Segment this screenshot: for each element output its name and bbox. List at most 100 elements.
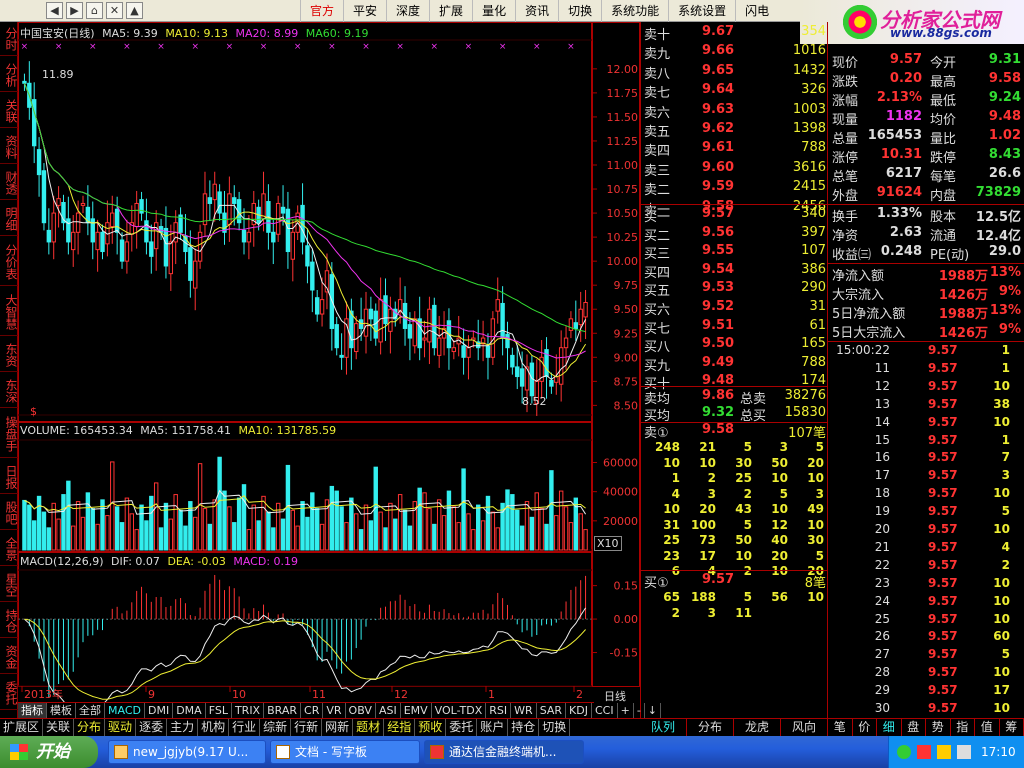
task-folder[interactable]: new_jgjyb(9.17 U... (108, 740, 266, 764)
detail-tab-7[interactable]: 筹 (1000, 719, 1024, 736)
volume-bar (529, 516, 535, 551)
ext-tab-10[interactable]: 网新 (322, 719, 354, 736)
ext-tab-6[interactable]: 机构 (198, 719, 230, 736)
indicator-tab--[interactable]: - (634, 703, 645, 718)
stat-value: 0.248 (880, 244, 922, 259)
stat-row: 净资 2.63 流通 12.4亿 (832, 225, 1022, 244)
ext-tab-13[interactable]: 预收 (415, 719, 447, 736)
indicator-tab-rsi[interactable]: RSI (486, 703, 512, 718)
ext-tab-8[interactable]: 综新 (260, 719, 292, 736)
indicator-tab-cci[interactable]: CCI (592, 703, 618, 718)
queue-tab-0[interactable]: 队列 (640, 719, 687, 736)
ext-tab-9[interactable]: 行新 (291, 719, 323, 736)
indicator-tab-obv[interactable]: OBV (346, 703, 376, 718)
indicator-tab-+[interactable]: + (618, 703, 634, 718)
indicator-tab-sar[interactable]: SAR (537, 703, 567, 718)
menu-flash[interactable]: 闪电 (735, 0, 778, 22)
candle (188, 230, 193, 298)
indicator-tab-trix[interactable]: TRIX (232, 703, 265, 718)
ext-tab-1[interactable]: 关联 (43, 719, 75, 736)
security-icon[interactable] (917, 745, 931, 759)
ext-tab-7[interactable]: 行业 (229, 719, 261, 736)
volume-bar (290, 509, 296, 551)
detail-tab-6[interactable]: 值 (975, 719, 1000, 736)
tick-row: 16 9.57 7 (832, 450, 1022, 468)
bid-row-4-volume: 386 (801, 261, 826, 277)
indicator-tab-全部[interactable]: 全部 (76, 703, 105, 718)
bid-row-9-price: 9.49 (702, 354, 735, 370)
ext-tab-0[interactable]: 扩展区 (0, 719, 44, 736)
indicator-tab-wr[interactable]: WR (511, 703, 537, 718)
volume-icon[interactable] (937, 745, 951, 759)
detail-tab-2[interactable]: 细 (877, 719, 902, 736)
indicator-tab-macd[interactable]: MACD (105, 703, 145, 718)
ext-tab-5[interactable]: 主力 (167, 719, 199, 736)
bid-row-6-volume: 31 (809, 299, 826, 314)
ext-tab-12[interactable]: 经指 (384, 719, 416, 736)
chart-canvas[interactable]: 12.00 11.75 11.50 11.25 11.00 10.75 10.50 10.25… (0, 0, 640, 718)
indicator-tab-fsl[interactable]: FSL (206, 703, 232, 718)
menu-system-settings[interactable]: 系统设置 (668, 0, 735, 22)
indicator-tab-vol-tdx[interactable]: VOL-TDX (432, 703, 487, 718)
ext-tab-2[interactable]: 分布 (74, 719, 106, 736)
stat-value: 91624 (876, 185, 922, 200)
indicator-tab-brar[interactable]: BRAR (264, 703, 302, 718)
ext-tab-3[interactable]: 驱动 (105, 719, 137, 736)
vol-ma10-label: MA10: 131785.59 (238, 424, 337, 437)
volume-bar (212, 499, 217, 551)
stat-row: 换手 1.33% 股本 12.5亿 (832, 206, 1022, 225)
price-tick-label: 11.75 (607, 87, 639, 100)
tick-volume: 1 (1001, 343, 1010, 357)
bid-queue-cell: 3 (707, 605, 716, 620)
detail-tab-3[interactable]: 盘 (902, 719, 926, 736)
ext-tab-16[interactable]: 持仓 (508, 719, 540, 736)
clock[interactable]: 17:10 (981, 745, 1016, 759)
detail-tab-1[interactable]: 价 (853, 719, 877, 736)
volume-bar (95, 523, 100, 551)
detail-tab-4[interactable]: 势 (926, 719, 951, 736)
volume-bar (383, 527, 388, 551)
indicator-tab-模板[interactable]: 模板 (47, 703, 76, 718)
detail-tab-5[interactable]: 指 (951, 719, 975, 736)
ext-tab-17[interactable]: 切换 (539, 719, 571, 736)
tick-row: 11 9.57 1 (832, 361, 1022, 379)
indicator-tab-↓[interactable]: ↓ (645, 703, 662, 718)
indicator-tab-dmi[interactable]: DMI (145, 703, 174, 718)
task-tdx[interactable]: 通达信金融终端机... (424, 740, 584, 764)
queue-tab-2[interactable]: 龙虎 (734, 719, 781, 736)
indicator-tab-vr[interactable]: VR (323, 703, 346, 718)
tick-price: 9.57 (928, 683, 958, 698)
candle (285, 191, 291, 269)
stat-row: 现量 1182 均价 9.48 (832, 109, 1022, 128)
queue-tab-3[interactable]: 风向 (781, 719, 828, 736)
dea-label: DEA: -0.03 (167, 555, 226, 568)
start-button[interactable]: 开始 (0, 736, 98, 768)
detail-tab-0[interactable]: 笔 (828, 719, 853, 736)
flow-pct: 13% (989, 303, 1021, 318)
stat-value: 1.33% (876, 206, 922, 221)
indicator-tab-指标[interactable]: 指标 (18, 703, 47, 718)
indicator-tab-kdj[interactable]: KDJ (566, 703, 592, 718)
ext-tab-4[interactable]: 逐委 (136, 719, 168, 736)
high-marker: 11.89 (42, 68, 74, 81)
ext-tab-11[interactable]: 题材 (353, 719, 385, 736)
ext-tab-15[interactable]: 账户 (477, 719, 509, 736)
indicator-tab-cr[interactable]: CR (301, 703, 324, 718)
bid-row-7: 买七 9.51 61 (644, 318, 828, 337)
period-label[interactable]: 日线 (604, 688, 626, 704)
network-icon[interactable] (897, 745, 911, 759)
dea-line (24, 618, 586, 700)
queue-tab-1[interactable]: 分布 (687, 719, 734, 736)
bid-queue-label: 买① (644, 576, 669, 591)
indicator-tab-asi[interactable]: ASI (376, 703, 401, 718)
task-wordpad[interactable]: 文档 - 写字板 (270, 740, 420, 764)
indicator-tab-dma[interactable]: DMA (173, 703, 206, 718)
ext-tab-14[interactable]: 委托 (446, 719, 478, 736)
ime-icon[interactable] (957, 745, 971, 759)
x10-badge[interactable]: X10 (594, 536, 622, 551)
folder-icon (114, 745, 128, 759)
candle (451, 340, 457, 360)
price-tick-label: 10.00 (607, 255, 639, 268)
indicator-tab-emv[interactable]: EMV (401, 703, 432, 718)
ask-row-3-price: 9.60 (702, 159, 735, 175)
